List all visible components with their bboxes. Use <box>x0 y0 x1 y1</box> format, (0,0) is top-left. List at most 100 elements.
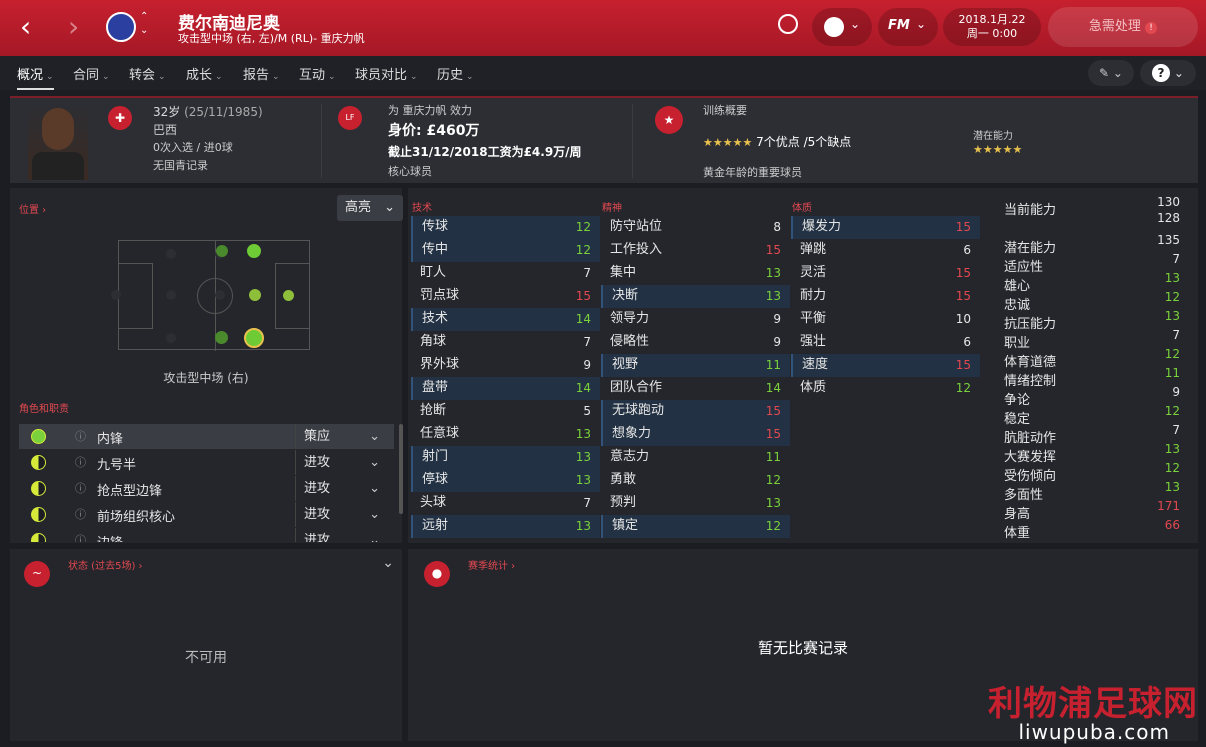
attribute-value: 15 <box>765 427 781 441</box>
tab-overview[interactable]: 概况 ⌄ <box>17 64 54 90</box>
attribute-row[interactable]: 头球 7 <box>411 492 600 515</box>
back-arrow-icon[interactable]: ‹ <box>20 10 31 44</box>
info-icon[interactable]: ⓘ <box>75 454 86 470</box>
tab-compare[interactable]: 球员对比 ⌄ <box>355 64 418 83</box>
tab-development[interactable]: 成长 ⌄ <box>186 64 223 83</box>
tab-interaction[interactable]: 互动 ⌄ <box>299 64 336 83</box>
forward-arrow-icon[interactable]: › <box>68 10 79 44</box>
attribute-value: 14 <box>575 312 591 326</box>
fm-menu-button[interactable]: FM ⌄ <box>878 8 938 46</box>
club-play: 为 重庆力帆 效力 <box>388 104 472 117</box>
mental-title: 精神 <box>602 203 622 214</box>
attribute-row[interactable]: 盯人 7 <box>411 262 600 285</box>
position-link[interactable]: 位置 › <box>19 201 46 216</box>
attribute-row[interactable]: 视野 11 <box>601 354 790 377</box>
attribute-row[interactable]: 盘带 14 <box>411 377 600 400</box>
attribute-row[interactable]: 无球跑动 15 <box>601 400 790 423</box>
date-display[interactable]: 2018.1月.22 周一 0:00 <box>943 8 1041 46</box>
role-row[interactable]: ⓘ边锋进攻⌄ <box>19 528 394 542</box>
attribute-row[interactable]: 弹跳 6 <box>791 239 980 262</box>
attribute-row[interactable]: 体质 12 <box>791 377 980 400</box>
attribute-row[interactable]: 工作投入 15 <box>601 239 790 262</box>
urgent-button[interactable]: 急需处理 ! <box>1048 7 1198 47</box>
attribute-row[interactable]: 想象力 15 <box>601 423 790 446</box>
attribute-row[interactable]: 射门 13 <box>411 446 600 469</box>
technical-title: 技术 <box>412 203 432 214</box>
role-row[interactable]: ⓘ 内锋 策应 ⌄ <box>19 424 394 449</box>
attribute-row[interactable]: 集中 13 <box>601 262 790 285</box>
hidden-attribute-name: 稳定 <box>1004 412 1031 427</box>
attribute-name: 意志力 <box>610 449 650 464</box>
role-row[interactable]: ⓘ 前场组织核心 进攻 ⌄ <box>19 502 394 527</box>
attribute-value: 9 <box>583 358 591 372</box>
tab-history[interactable]: 历史 ⌄ <box>437 64 474 83</box>
watermark-text: 利物浦足球网 <box>988 684 1198 724</box>
tab-transfer[interactable]: 转会 ⌄ <box>129 64 166 83</box>
attribute-row[interactable]: 停球 13 <box>411 469 600 492</box>
chevron-down-icon[interactable]: ⌄ <box>382 555 394 571</box>
attribute-value: 11 <box>765 450 781 464</box>
hidden-attribute-value: 13 <box>1164 271 1180 285</box>
roles-scrollbar[interactable] <box>399 424 403 514</box>
attribute-row[interactable]: 防守站位 8 <box>601 216 790 239</box>
attribute-row[interactable]: 勇敢 12 <box>601 469 790 492</box>
attribute-row[interactable]: 界外球 9 <box>411 354 600 377</box>
tab-contract[interactable]: 合同 ⌄ <box>73 64 110 83</box>
attribute-row[interactable]: 平衡 10 <box>791 308 980 331</box>
attribute-value: 13 <box>575 473 591 487</box>
season-stats-title[interactable]: 赛季统计 › <box>468 557 515 572</box>
attribute-row[interactable]: 爆发力 15 <box>791 216 980 239</box>
form-title[interactable]: 状态 (过去5场) › <box>68 557 143 572</box>
attribute-row[interactable]: 传中 12 <box>411 239 600 262</box>
attribute-row[interactable]: 传球 12 <box>411 216 600 239</box>
duty-dropdown[interactable]: 进攻 ⌄ <box>295 450 388 475</box>
attribute-row[interactable]: 强壮 6 <box>791 331 980 354</box>
star-badge-icon: ★ <box>655 106 683 134</box>
form-empty-text: 不可用 <box>185 650 227 666</box>
attribute-row[interactable]: 罚点球 15 <box>411 285 600 308</box>
attribute-row[interactable]: 预判 13 <box>601 492 790 515</box>
highlight-dropdown[interactable]: 高亮 ⌄ <box>337 195 403 221</box>
attribute-row[interactable]: 领导力 9 <box>601 308 790 331</box>
duty-dropdown[interactable]: 策应 ⌄ <box>295 424 388 449</box>
tab-reports[interactable]: 报告 ⌄ <box>243 64 280 83</box>
hidden-attribute-value: 12 <box>1164 290 1180 304</box>
edit-menu-button[interactable]: ✎ ⌄ <box>1088 60 1134 86</box>
player-cycle-icon[interactable]: ⌃ ⌄ <box>140 10 148 38</box>
attribute-row[interactable]: 决断 13 <box>601 285 790 308</box>
info-icon[interactable]: ⓘ <box>75 532 86 542</box>
role-row[interactable]: ⓘ 抢点型边锋 进攻 ⌄ <box>19 476 394 501</box>
attribute-name: 无球跑动 <box>612 403 665 418</box>
attribute-row[interactable]: 角球 7 <box>411 331 600 354</box>
trend-icon: ~ <box>24 561 50 587</box>
urgent-label: 急需处理 <box>1088 19 1141 34</box>
help-menu-button[interactable]: ? ⌄ <box>1140 60 1196 86</box>
attribute-row[interactable]: 抢断 5 <box>411 400 600 423</box>
attribute-value: 15 <box>575 289 591 303</box>
role-row[interactable]: ⓘ 九号半 进攻 ⌄ <box>19 450 394 475</box>
globe-menu-button[interactable]: ⌄ <box>812 8 872 46</box>
search-icon[interactable] <box>778 14 798 34</box>
attribute-row[interactable]: 远射 13 <box>411 515 600 538</box>
info-icon[interactable]: ⓘ <box>75 428 86 444</box>
attribute-row[interactable]: 团队合作 14 <box>601 377 790 400</box>
attribute-row[interactable]: 灵活 15 <box>791 262 980 285</box>
watermark-logo: 利物浦足球网 liwupuba.com <box>966 674 1206 747</box>
attribute-value: 13 <box>575 427 591 441</box>
attribute-row[interactable]: 技术 14 <box>411 308 600 331</box>
attribute-row[interactable]: 任意球 13 <box>411 423 600 446</box>
attribute-row[interactable]: 意志力 11 <box>601 446 790 469</box>
attribute-row[interactable]: 镇定 12 <box>601 515 790 538</box>
attribute-row[interactable]: 耐力 15 <box>791 285 980 308</box>
nation-flag-icon: ✚ <box>108 106 132 130</box>
attribute-row[interactable]: 速度 15 <box>791 354 980 377</box>
duty-dropdown[interactable]: 进攻 ⌄ <box>295 476 388 501</box>
info-icon[interactable]: ⓘ <box>75 480 86 496</box>
hidden-attribute-name: 身高 <box>1004 507 1031 522</box>
duty-dropdown[interactable]: 进攻 ⌄ <box>295 502 388 527</box>
duty-dropdown[interactable]: 进攻 ⌄ <box>295 528 388 542</box>
attribute-value: 12 <box>765 473 781 487</box>
info-icon[interactable]: ⓘ <box>75 506 86 522</box>
attribute-name: 盘带 <box>422 380 449 395</box>
attribute-row[interactable]: 侵略性 9 <box>601 331 790 354</box>
